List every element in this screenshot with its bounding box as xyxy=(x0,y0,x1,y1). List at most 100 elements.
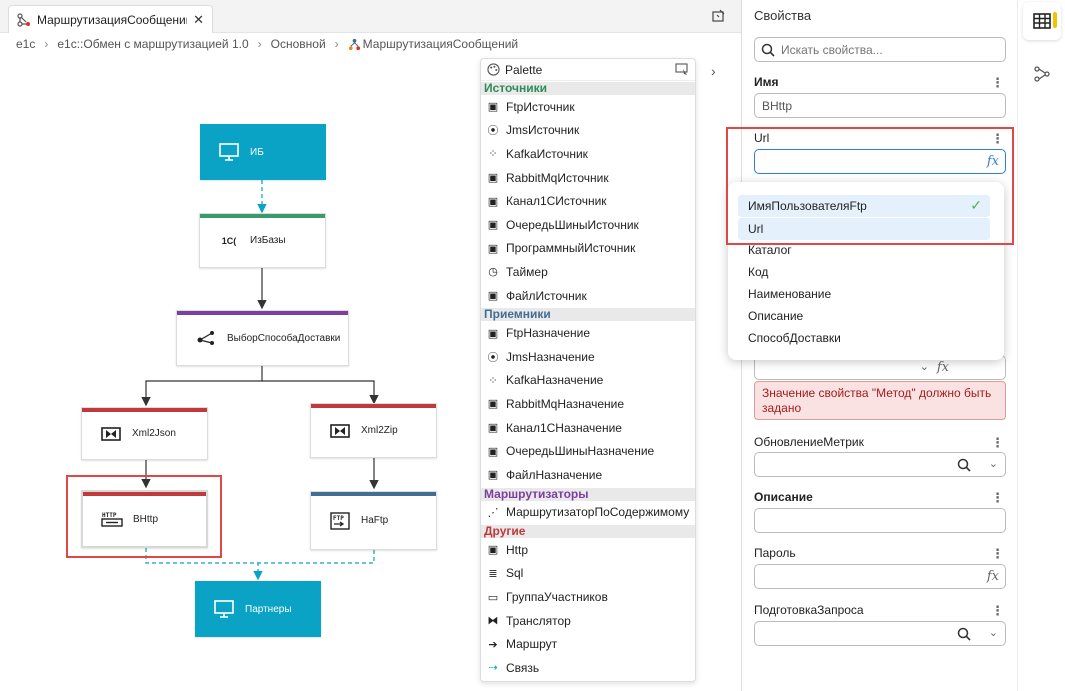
breadcrumb-item[interactable]: e1c::Обмен с маршрутизацией 1.0 xyxy=(57,37,248,51)
node-vybor[interactable]: ВыборСпособаДоставки xyxy=(176,310,349,366)
component-icon: ▣ xyxy=(487,422,499,435)
dropdown-option[interactable]: Описание xyxy=(728,305,1004,327)
more-icon[interactable]: ⋮ xyxy=(991,490,1004,506)
password-label: Пароль xyxy=(754,546,796,560)
chevron-right-icon: › xyxy=(44,37,49,51)
chevron-right-icon: › xyxy=(257,37,262,51)
palette-item[interactable]: ⇢ Связь xyxy=(481,656,695,680)
breadcrumb: e1c › e1c::Обмен с маршрутизацией 1.0 › … xyxy=(16,36,518,52)
component-icon: ▣ xyxy=(487,327,499,340)
pointer-icon[interactable] xyxy=(675,63,689,76)
palette-item[interactable]: ◷ Таймер xyxy=(481,260,695,284)
palette-item-label: Транслятор xyxy=(506,613,571,628)
more-icon[interactable]: ⋮ xyxy=(991,546,1004,562)
component-icon: ▣ xyxy=(487,195,499,208)
node-izbazy[interactable]: 1С( ИзБазы xyxy=(199,213,326,268)
search-input[interactable] xyxy=(781,42,991,57)
component-icon: ⁘ xyxy=(488,374,498,387)
breadcrumb-item[interactable]: e1c xyxy=(16,37,35,51)
component-icon: ▣ xyxy=(487,101,499,114)
search-icon[interactable] xyxy=(957,458,971,475)
dropdown-option[interactable]: СпособДоставки xyxy=(728,327,1004,349)
palette-item[interactable]: ▣ Http xyxy=(481,538,695,562)
palette-item[interactable]: ▣ RabbitMqИсточник xyxy=(481,166,695,190)
chevron-down-icon[interactable]: ⌄ xyxy=(920,360,929,373)
component-icon: ≣ xyxy=(488,567,498,580)
palette-category: Другие xyxy=(481,525,695,539)
metrics-field[interactable]: ⌄ xyxy=(754,452,1006,477)
name-field[interactable]: ВHttp xyxy=(754,93,1006,118)
more-icon[interactable]: ⋮ xyxy=(991,603,1004,619)
dropdown-option[interactable]: Код xyxy=(728,261,1004,283)
palette-item[interactable]: ⁘ KafkaИсточник xyxy=(481,142,695,166)
palette-item[interactable]: ▣ FtpНазначение xyxy=(481,321,695,345)
palette-category: Источники xyxy=(481,82,695,95)
description-label: Описание xyxy=(754,490,813,504)
node-label: Партнеры xyxy=(245,603,292,615)
monitor-icon xyxy=(218,141,240,163)
palette-item[interactable]: ▣ ПрограммныйИсточник xyxy=(481,237,695,261)
chevron-down-icon[interactable]: ⌄ xyxy=(989,457,998,470)
palette-item-label: JmsИсточник xyxy=(506,123,580,138)
tab-label: МаршрутизацияСообщений xyxy=(37,12,188,27)
fx-icon[interactable]: fx xyxy=(987,569,999,584)
palette-item[interactable]: ➔ Маршрут xyxy=(481,632,695,656)
palette-item-label: Канал1СНазначение xyxy=(506,420,622,435)
structure-tab-button[interactable] xyxy=(1023,55,1061,93)
request-prep-field[interactable]: ⌄ xyxy=(754,621,1006,646)
palette-item-label: KafkaНазначение xyxy=(506,373,604,388)
palette-item[interactable]: ▭ ГруппаУчастников xyxy=(481,585,695,609)
option-label: Наименование xyxy=(748,287,832,302)
tab-bar: МаршрутизацияСообщений ✕ xyxy=(0,0,741,33)
breadcrumb-item[interactable]: Основной xyxy=(271,37,326,51)
palette-item[interactable]: ▣ FtpИсточник xyxy=(481,95,695,119)
request-prep-label: ПодготовкаЗапроса xyxy=(754,603,864,617)
node-partnery[interactable]: Партнеры xyxy=(195,581,321,637)
node-xml2zip[interactable]: Xml2Zip xyxy=(310,403,437,458)
palette-item[interactable]: ≣ Sql xyxy=(481,562,695,586)
palette-item[interactable]: ⧓ Транслятор xyxy=(481,609,695,633)
password-field[interactable]: fx xyxy=(754,564,1006,589)
palette-item[interactable]: ▣ ФайлИсточник xyxy=(481,284,695,308)
palette-item[interactable]: ▣ Канал1СНазначение xyxy=(481,416,695,440)
chevron-down-icon[interactable]: ⌄ xyxy=(989,626,998,639)
breadcrumb-item[interactable]: МаршрутизацияСообщений xyxy=(363,37,518,51)
tab-routing[interactable]: МаршрутизацияСообщений ✕ xyxy=(8,5,213,33)
component-icon: ▣ xyxy=(487,290,499,303)
palette-item[interactable]: ▣ Канал1СИсточник xyxy=(481,189,695,213)
node-xml2json[interactable]: Xml2Json xyxy=(81,407,208,460)
palette-item[interactable]: ⋰ МаршрутизаторПоСодержимому xyxy=(481,501,695,525)
dropdown-option[interactable]: Наименование xyxy=(728,283,1004,305)
palette-header: Palette xyxy=(481,59,695,81)
palette-item-label: Таймер xyxy=(506,264,548,279)
fx-icon[interactable]: fx xyxy=(937,360,949,375)
palette-item-label: KafkaИсточник xyxy=(506,146,588,161)
node-ib[interactable]: ИБ xyxy=(200,124,326,180)
palette-item[interactable]: ▣ ОчередьШиныНазначение xyxy=(481,439,695,463)
router-icon xyxy=(195,327,217,349)
palette-item[interactable]: ⁘ KafkaНазначение xyxy=(481,369,695,393)
search-icon[interactable] xyxy=(957,627,971,644)
monitor-icon xyxy=(213,598,235,620)
palette-item[interactable]: ⦿ JmsНазначение xyxy=(481,345,695,369)
palette-item[interactable]: ⦿ JmsИсточник xyxy=(481,119,695,143)
node-naftp[interactable]: FTP НаFtp xyxy=(310,491,437,550)
method-error: Значение свойства "Метод" должно быть за… xyxy=(754,381,1006,420)
properties-search[interactable] xyxy=(754,37,1006,62)
name-label: Имя xyxy=(754,75,779,89)
pin-icon[interactable] xyxy=(711,9,725,26)
translator-icon xyxy=(100,423,122,445)
close-icon[interactable]: ✕ xyxy=(193,12,204,28)
right-rail xyxy=(1017,0,1065,691)
selection-highlight xyxy=(66,475,222,558)
more-icon[interactable]: ⋮ xyxy=(991,435,1004,451)
palette-item[interactable]: ▣ ФайлНазначение xyxy=(481,463,695,487)
palette-item[interactable]: ▣ RabbitMqНазначение xyxy=(481,392,695,416)
more-icon[interactable]: ⋮ xyxy=(991,75,1004,91)
description-field[interactable] xyxy=(754,508,1006,533)
chevron-right-icon[interactable]: › xyxy=(711,63,716,79)
palette-item-label: ПрограммныйИсточник xyxy=(506,241,636,256)
palette-item[interactable]: ▣ ОчередьШиныИсточник xyxy=(481,213,695,237)
component-icon: ▣ xyxy=(487,544,499,557)
table-icon xyxy=(1033,13,1051,29)
